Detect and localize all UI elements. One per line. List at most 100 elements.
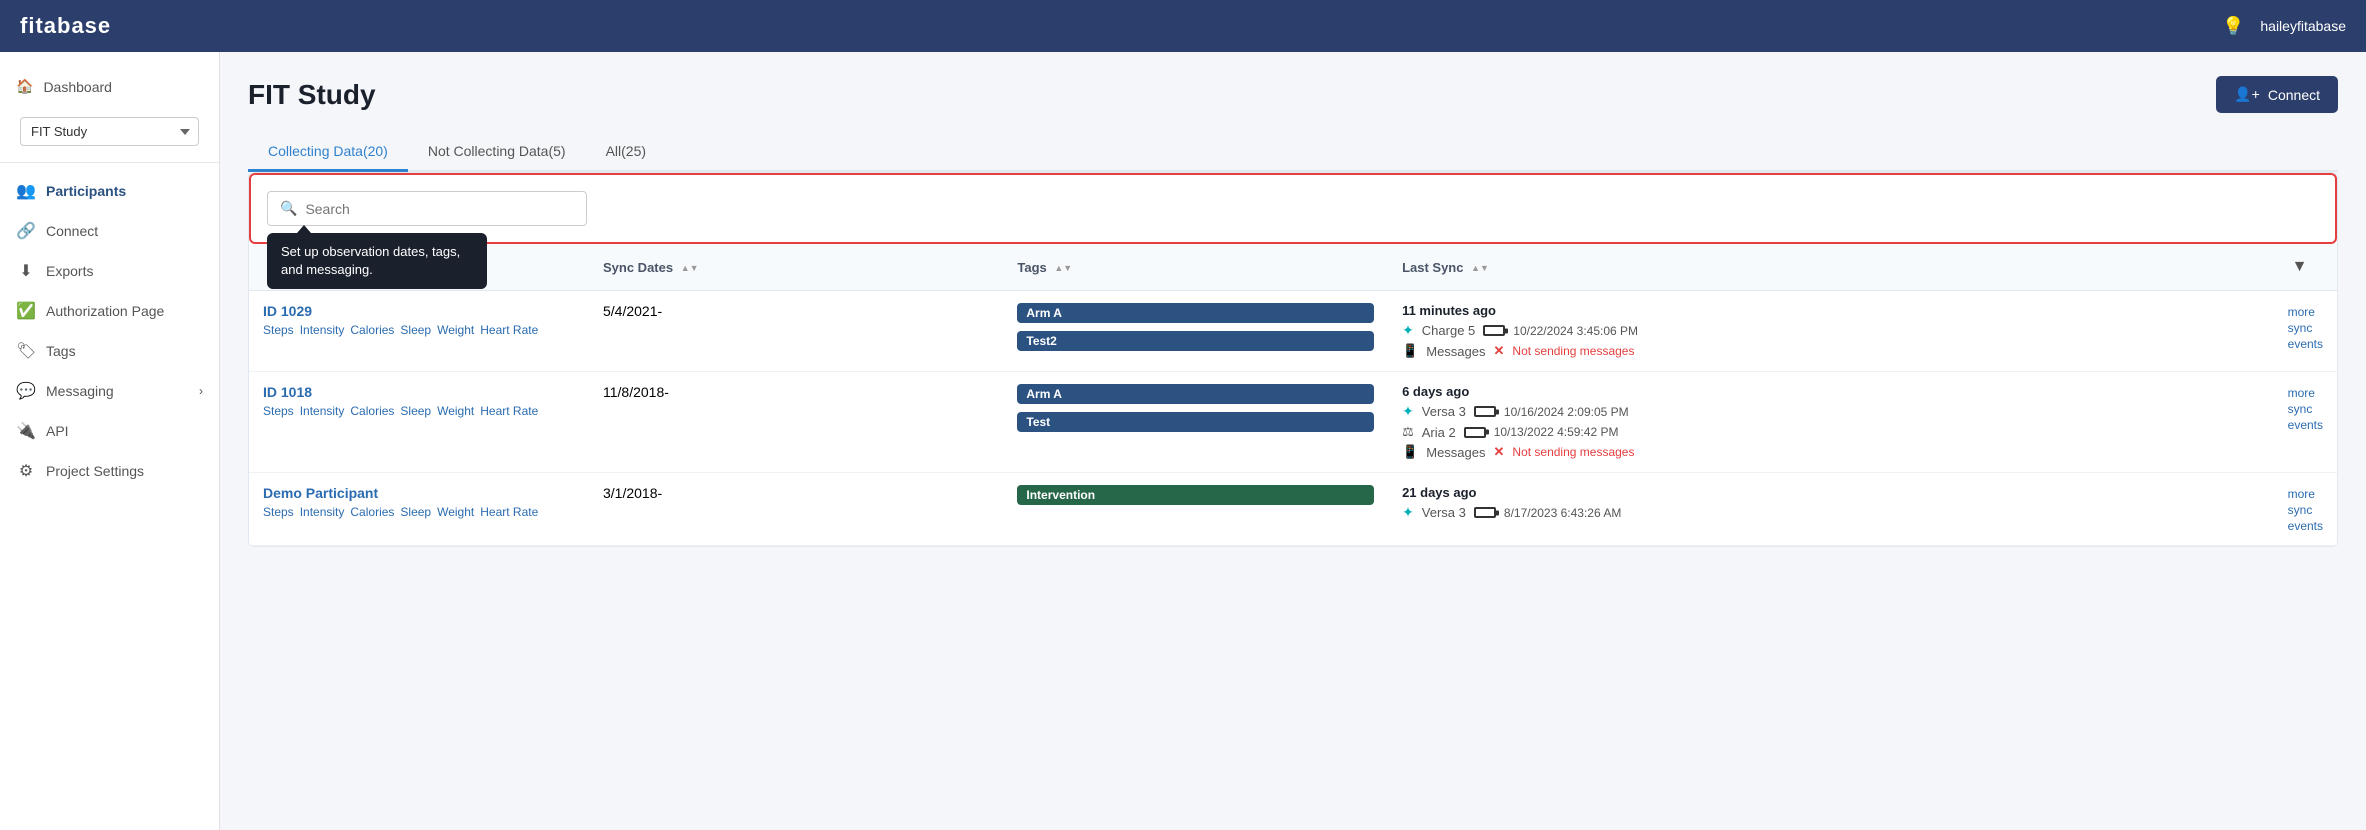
participant-id-link[interactable]: Demo Participant <box>263 485 378 501</box>
study-selector[interactable]: FIT Study <box>20 117 199 146</box>
data-type-intensity[interactable]: Intensity <box>300 404 345 418</box>
tags-cell: Arm A Test <box>1003 372 1388 473</box>
tag-test[interactable]: Test <box>1017 412 1374 432</box>
battery-icon <box>1474 406 1496 417</box>
page-header: FIT Study 👤+ Connect <box>248 76 2338 113</box>
sidebar-item-connect[interactable]: 🔗 Connect <box>0 211 219 251</box>
tag-arm-a[interactable]: Arm A <box>1017 384 1374 404</box>
col-sync-dates[interactable]: Sync Dates ▲▼ <box>589 244 1003 291</box>
sidebar-item-authorization[interactable]: ✅ Authorization Page <box>0 291 219 331</box>
sidebar-item-participants[interactable]: 👥 Participants <box>0 171 219 211</box>
data-type-intensity[interactable]: Intensity <box>300 505 345 519</box>
table-row: Demo Participant Steps Intensity Calorie… <box>249 473 2337 546</box>
data-type-sleep[interactable]: Sleep <box>400 323 431 337</box>
data-type-heart-rate[interactable]: Heart Rate <box>480 404 538 418</box>
phone-icon: 📱 <box>1402 444 1418 460</box>
data-type-weight[interactable]: Weight <box>437 505 474 519</box>
data-type-weight[interactable]: Weight <box>437 323 474 337</box>
top-nav-right: 💡 haileyfitabase <box>2222 16 2346 37</box>
data-types: Steps Intensity Calories Sleep Weight He… <box>263 505 575 519</box>
sync-detail: 10/13/2022 4:59:42 PM <box>1494 425 1619 439</box>
sidebar-item-messaging[interactable]: 💬 Messaging › <box>0 371 219 411</box>
sync-time: 21 days ago <box>1402 485 2260 500</box>
sync-dates-value: 11/8/2018- <box>603 384 669 400</box>
bulb-icon[interactable]: 💡 <box>2222 16 2244 37</box>
last-sync-info: 6 days ago ✦ Versa 3 10/16/2024 2:09:05 … <box>1402 384 2260 460</box>
sync-detail: 8/17/2023 6:43:26 AM <box>1504 506 1621 520</box>
phone-icon: 📱 <box>1402 343 1418 359</box>
sidebar-item-api[interactable]: 🔌 API <box>0 411 219 451</box>
fitbit-icon: ✦ <box>1402 322 1414 339</box>
connect-icon: 🔗 <box>16 221 36 241</box>
sidebar-item-dashboard[interactable]: 🏠 Dashboard <box>0 68 219 105</box>
data-type-heart-rate[interactable]: Heart Rate <box>480 505 538 519</box>
participant-id-link[interactable]: ID 1029 <box>263 303 312 319</box>
col-last-sync[interactable]: Last Sync ▲▼ <box>1388 244 2274 291</box>
data-type-calories[interactable]: Calories <box>350 404 394 418</box>
tag-intervention[interactable]: Intervention <box>1017 485 1374 505</box>
sidebar-item-label: Participants <box>46 183 126 199</box>
sidebar-item-label: Exports <box>46 263 93 279</box>
search-icon: 🔍 <box>280 200 297 217</box>
api-icon: 🔌 <box>16 421 36 441</box>
tab-not-collecting[interactable]: Not Collecting Data(5) <box>408 133 586 172</box>
col-tags[interactable]: Tags ▲▼ <box>1003 244 1388 291</box>
chevron-right-icon: › <box>199 384 203 398</box>
data-type-calories[interactable]: Calories <box>350 323 394 337</box>
data-type-calories[interactable]: Calories <box>350 505 394 519</box>
page-title: FIT Study <box>248 79 376 111</box>
tags-list: Intervention <box>1017 485 1374 509</box>
messaging-icon: 💬 <box>16 381 36 401</box>
participant-cell: Demo Participant Steps Intensity Calorie… <box>249 473 589 546</box>
sidebar-divider <box>0 162 219 163</box>
sidebar-item-settings[interactable]: ⚙ Project Settings <box>0 451 219 491</box>
last-sync-info: 11 minutes ago ✦ Charge 5 10/22/2024 3:4… <box>1402 303 2260 359</box>
more-sync-link[interactable]: more sync events <box>2288 305 2323 351</box>
data-type-steps[interactable]: Steps <box>263 505 294 519</box>
tab-collecting-data[interactable]: Collecting Data(20) <box>248 133 408 172</box>
tab-all[interactable]: All(25) <box>586 133 666 172</box>
last-sync-cell: 21 days ago ✦ Versa 3 8/17/2023 6:43:26 … <box>1388 473 2274 546</box>
data-type-steps[interactable]: Steps <box>263 323 294 337</box>
data-type-heart-rate[interactable]: Heart Rate <box>480 323 538 337</box>
data-type-sleep[interactable]: Sleep <box>400 505 431 519</box>
data-types: Steps Intensity Calories Sleep Weight He… <box>263 323 575 337</box>
device-name: Versa 3 <box>1422 505 1466 520</box>
more-sync-link[interactable]: more sync events <box>2288 487 2323 533</box>
more-sync-link[interactable]: more sync events <box>2288 386 2323 432</box>
authorization-icon: ✅ <box>16 301 36 321</box>
main-content: FIT Study 👤+ Connect Collecting Data(20)… <box>220 52 2366 830</box>
device-row-fitbit: ✦ Charge 5 10/22/2024 3:45:06 PM <box>1402 322 2260 339</box>
connect-button[interactable]: 👤+ Connect <box>2216 76 2338 113</box>
data-type-steps[interactable]: Steps <box>263 404 294 418</box>
dashboard-label: Dashboard <box>43 79 112 95</box>
participant-id-link[interactable]: ID 1018 <box>263 384 312 400</box>
participant-cell: ID 1018 Steps Intensity Calories Sleep W… <box>249 372 589 473</box>
sync-dates-value: 5/4/2021- <box>603 303 662 319</box>
sidebar-item-exports[interactable]: ⬇ Exports <box>0 251 219 291</box>
search-input[interactable] <box>305 201 574 217</box>
filter-button[interactable]: ▼ <box>2288 254 2312 280</box>
sidebar-item-label: API <box>46 423 69 439</box>
tag-test2[interactable]: Test2 <box>1017 331 1374 351</box>
tag-arm-a[interactable]: Arm A <box>1017 303 1374 323</box>
data-type-sleep[interactable]: Sleep <box>400 404 431 418</box>
col-filter: ▼ <box>2274 244 2337 291</box>
data-types: Steps Intensity Calories Sleep Weight He… <box>263 404 575 418</box>
top-navigation: fitabase 💡 haileyfitabase <box>0 0 2366 52</box>
sidebar-item-tags[interactable]: 🏷 Tags <box>0 331 219 371</box>
sync-detail: 10/22/2024 3:45:06 PM <box>1513 324 1638 338</box>
sync-dates-value: 3/1/2018- <box>603 485 662 501</box>
connect-button-label: Connect <box>2268 87 2320 103</box>
sort-arrows-last-sync: ▲▼ <box>1471 264 1489 273</box>
data-type-weight[interactable]: Weight <box>437 404 474 418</box>
tags-cell: Arm A Test2 <box>1003 291 1388 372</box>
device-row-aria: ⚖ Aria 2 10/13/2022 4:59:42 PM <box>1402 424 2260 440</box>
battery-icon <box>1464 427 1486 438</box>
exports-icon: ⬇ <box>16 261 36 281</box>
tabs: Collecting Data(20) Not Collecting Data(… <box>248 133 2338 172</box>
scale-icon: ⚖ <box>1402 424 1414 440</box>
table-row: ID 1018 Steps Intensity Calories Sleep W… <box>249 372 2337 473</box>
data-type-intensity[interactable]: Intensity <box>300 323 345 337</box>
participants-icon: 👥 <box>16 181 36 201</box>
